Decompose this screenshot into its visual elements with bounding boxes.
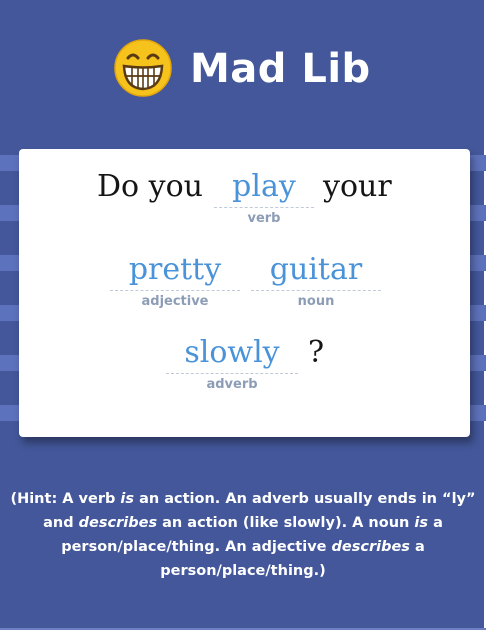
hint-part: (Hint: A verb (10, 491, 121, 507)
story-text: your (323, 169, 392, 204)
verb-label: verb (247, 211, 281, 226)
noun-label: noun (297, 294, 335, 309)
hint-emphasis: describes (78, 515, 158, 531)
story-punctuation: ? (308, 335, 325, 370)
hint-text: (Hint: A verb is an action. An adverb us… (8, 487, 478, 583)
hint-emphasis: is (414, 515, 429, 531)
adverb-label: adverb (206, 377, 258, 392)
app-title: Mad Lib (190, 46, 371, 92)
noun-value: guitar (251, 250, 381, 291)
adverb-value: slowly (166, 333, 298, 374)
grinning-face-icon (114, 39, 172, 97)
story-text: Do you (97, 169, 203, 204)
verb-blank[interactable]: play verb (214, 167, 314, 226)
header: Mad Lib (0, 38, 486, 108)
hint-emphasis: describes (331, 539, 410, 555)
story-card: Do you play verb your pretty adjective g… (19, 149, 470, 437)
verb-value: play (214, 167, 314, 208)
hint-emphasis: is (120, 491, 135, 507)
adjective-value: pretty (110, 250, 240, 291)
hint-part: an action (like slowly). A noun (157, 515, 415, 531)
noun-blank[interactable]: guitar noun (251, 250, 381, 309)
adverb-blank[interactable]: slowly adverb (166, 333, 298, 392)
adjective-blank[interactable]: pretty adjective (110, 250, 240, 309)
adjective-label: adjective (141, 294, 209, 309)
